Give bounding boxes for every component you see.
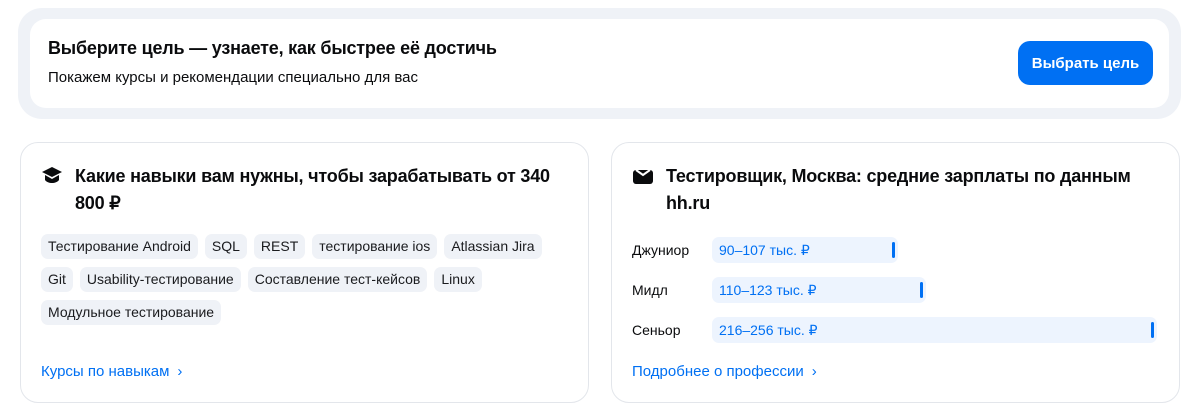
skill-courses-link-label: Курсы по навыкам [41,363,170,380]
skill-tag: тестирование ios [312,234,438,259]
salary-bar: 110–123 тыс. ₽ [712,277,926,303]
salary-title: Тестировщик, Москва: средние зарплаты по… [666,166,1131,213]
skill-tag: Тестирование Android [41,234,198,259]
salary-bar-marker [891,242,895,258]
salary-bar-marker [1151,322,1154,338]
skill-tag: Atlassian Jira [444,234,542,259]
salary-row: Мидл 110–123 тыс. ₽ [632,277,1159,303]
briefcase-icon [633,169,653,184]
salary-bar-marker [919,282,923,298]
skill-tag: Usability-тестирование [79,267,241,292]
chevron-right-icon: › [811,363,817,380]
graduation-cap-icon [42,167,62,183]
skills-card: Какие навыки вам нужны, чтобы зарабатыва… [20,142,589,403]
salary-row: Джуниор 90–107 тыс. ₽ [632,237,1159,263]
profession-details-link[interactable]: Подробнее о профессии › [632,363,817,380]
salary-range: 216–256 тыс. ₽ [719,322,818,338]
salary-bar: 216–256 тыс. ₽ [712,317,1157,343]
salary-range: 90–107 тыс. ₽ [719,242,810,258]
skill-tags: Тестирование Android SQL REST тестирование … [41,234,571,325]
skill-courses-link[interactable]: Курсы по навыкам › [41,363,182,380]
salary-track: 90–107 тыс. ₽ [712,237,1157,263]
salary-bar: 90–107 тыс. ₽ [712,237,898,263]
skill-tag: REST [253,234,306,259]
salary-level-label: Мидл [632,282,668,298]
salary-rows: Джуниор 90–107 тыс. ₽ Мидл 110–123 тыс. ₽ Се… [632,237,1159,343]
skill-tag: Git [41,267,73,292]
skill-tag: SQL [204,234,247,259]
goal-banner: Выберите цель — узнаете, как быстрее её … [18,8,1181,119]
skill-tag: Linux [434,267,482,292]
chevron-right-icon: › [177,363,183,380]
salary-track: 216–256 тыс. ₽ [712,317,1157,343]
goal-banner-inner: Выберите цель — узнаете, как быстрее её … [30,19,1169,108]
salary-range: 110–123 тыс. ₽ [719,282,817,298]
choose-goal-button[interactable]: Выбрать цель [1018,41,1153,85]
banner-subtitle: Покажем курсы и рекомендации специально … [48,69,418,86]
skill-tag: Составление тест-кейсов [247,267,428,292]
salary-card: Тестировщик, Москва: средние зарплаты по… [611,142,1180,403]
skills-title: Какие навыки вам нужны, чтобы зарабатыва… [75,166,550,213]
salary-track: 110–123 тыс. ₽ [712,277,1157,303]
profession-details-link-label: Подробнее о профессии [632,363,804,380]
salary-level-label: Джуниор [632,242,690,258]
skill-tag: Модульное тестирование [41,300,222,325]
salary-level-label: Сеньор [632,322,681,338]
salary-row: Сеньор 216–256 тыс. ₽ [632,317,1159,343]
banner-title: Выберите цель — узнаете, как быстрее её … [48,38,497,58]
